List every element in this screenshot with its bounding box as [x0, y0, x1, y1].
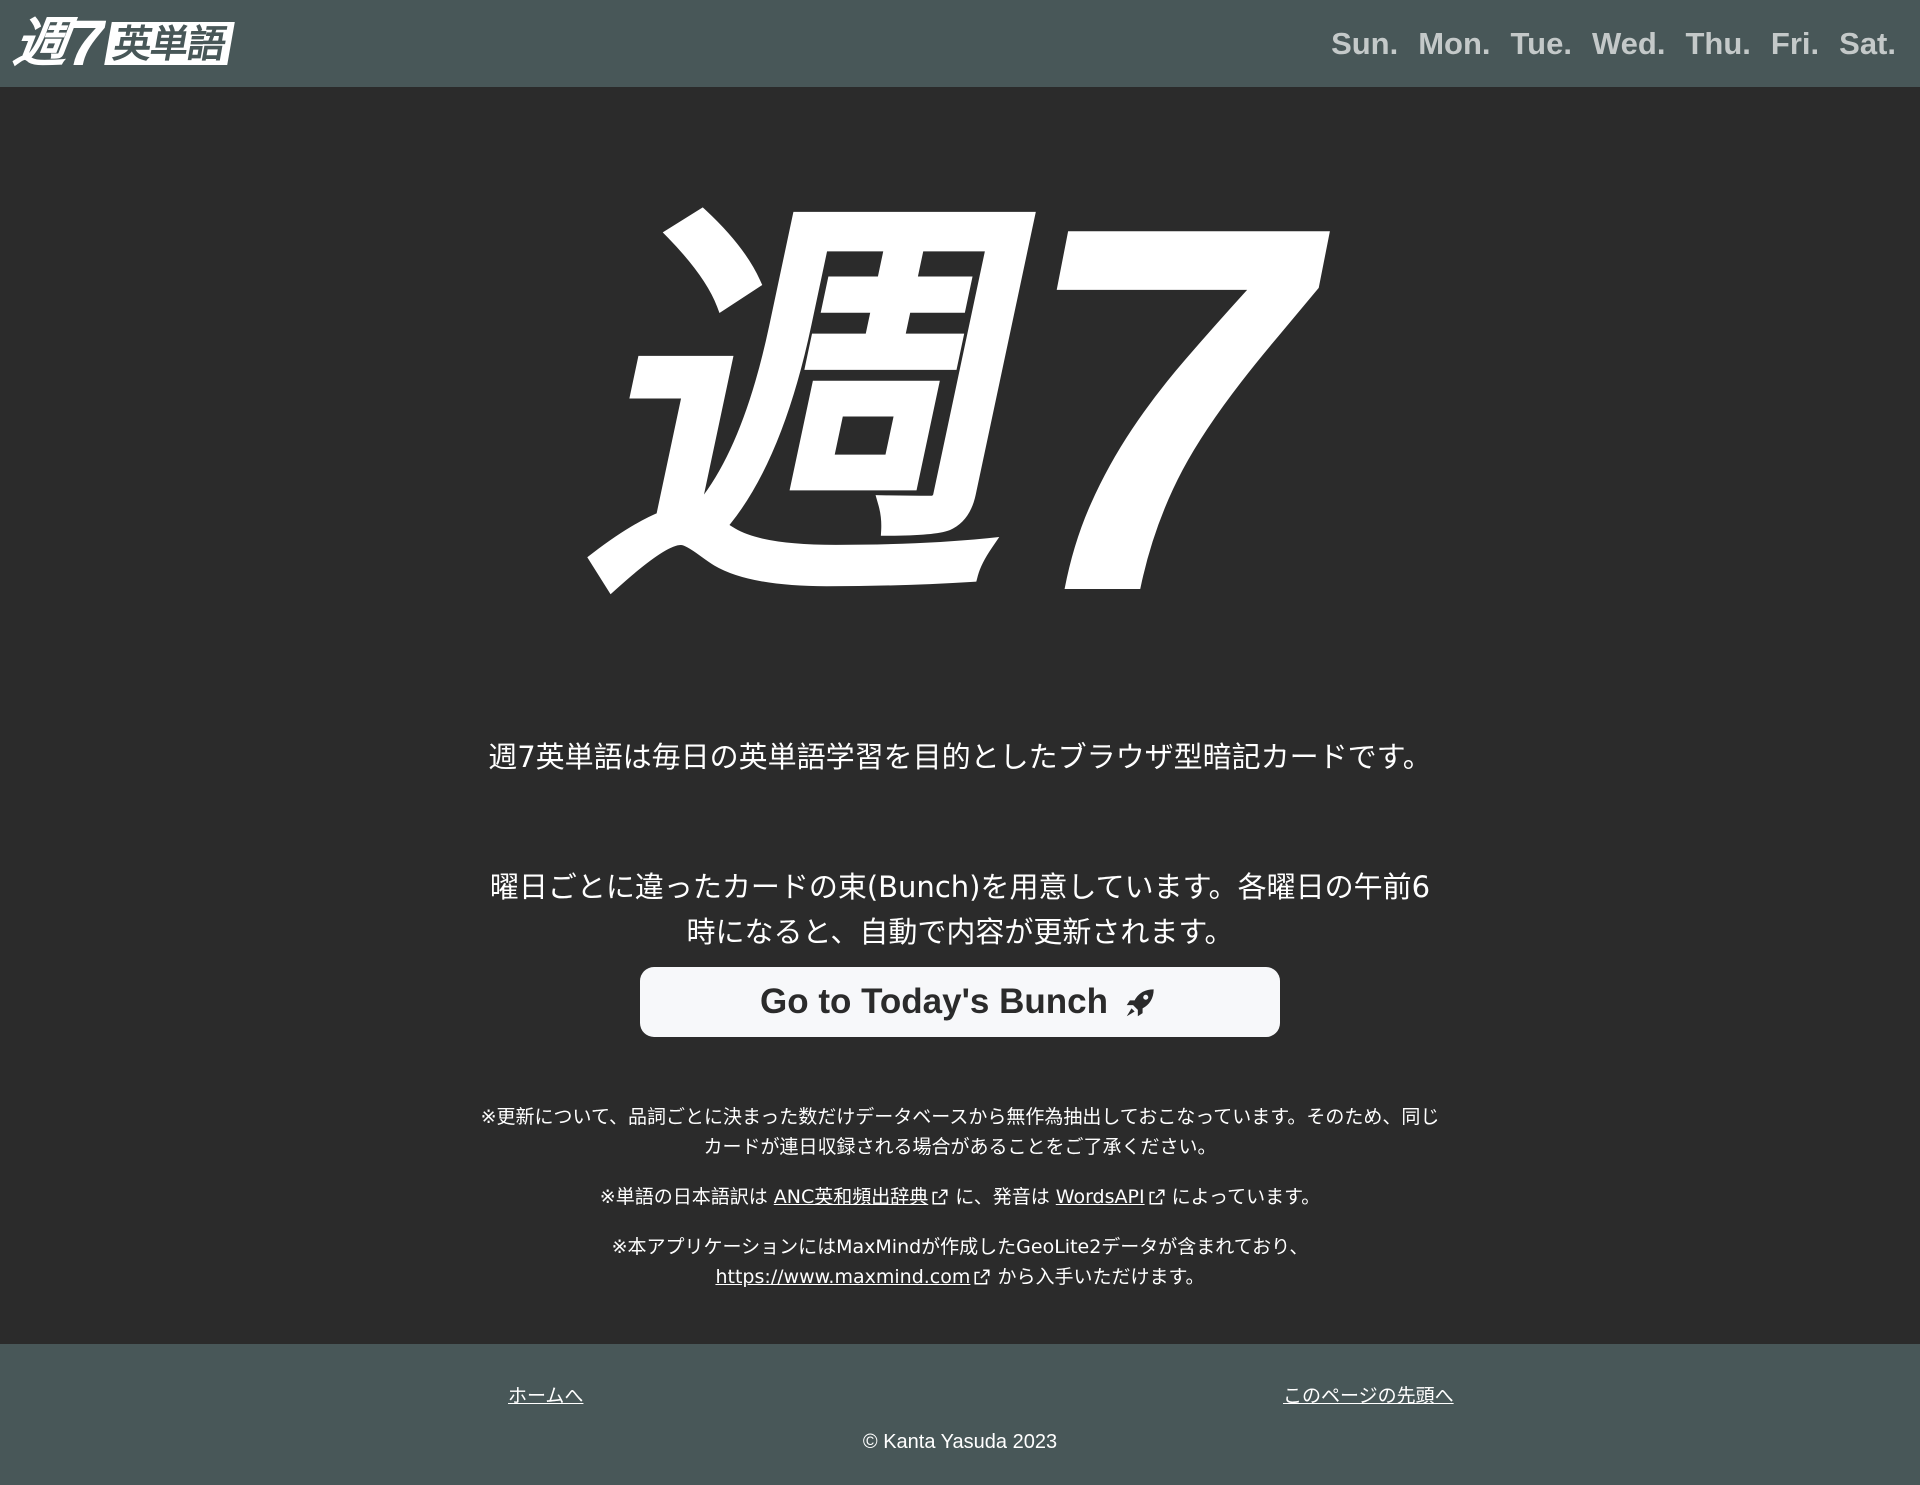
external-link-icon	[1149, 1189, 1165, 1205]
footer-back-to-top-link[interactable]: このページの先頭へ	[1283, 1381, 1454, 1408]
site-logo[interactable]: 週 7 英単語	[10, 7, 235, 79]
note2-suffix: によっています。	[1171, 1186, 1321, 1208]
wordsapi-link[interactable]: WordsAPI	[1056, 1186, 1166, 1208]
nav-day-wed[interactable]: Wed.	[1592, 28, 1666, 59]
copyright: © Kanta Yasuda 2023	[862, 1431, 1058, 1453]
wordsapi-link-label: WordsAPI	[1055, 1186, 1145, 1208]
go-to-todays-bunch-button[interactable]: Go to Today's Bunch	[640, 967, 1280, 1037]
site-footer: ホームへ このページの先頭へ © Kanta Yasuda 2023	[0, 1344, 1920, 1485]
note-update-policy: ※更新について、品詞ごとに決まった数だけデータベースから無作為抽出しておこなって…	[480, 1106, 1440, 1158]
external-link-icon	[932, 1189, 948, 1205]
hero-kanji: 週	[558, 165, 1063, 654]
note2-mid: に、発音は	[955, 1186, 1050, 1208]
nav-day-fri[interactable]: Fri.	[1771, 28, 1819, 59]
note-translation-source: ※単語の日本語訳は ANC英和頻出辞典 に、発音は WordsAPI によってい…	[480, 1182, 1440, 1212]
nav-day-tue[interactable]: Tue.	[1511, 28, 1572, 59]
note3-line1: ※本アプリケーションにはMaxMindが作成したGeoLite2データが含まれて…	[611, 1236, 1309, 1258]
maxmind-link-label: https://www.maxmind.com	[715, 1266, 971, 1288]
rocket-icon	[1126, 989, 1154, 1017]
logo-boxed-text: 英単語	[103, 21, 235, 66]
anc-dictionary-link-label: ANC英和頻出辞典	[773, 1186, 929, 1208]
intro-paragraph-1: 週7英単語は毎日の英単語学習を目的としたブラウザ型暗記カードです。	[488, 740, 1432, 774]
cta-label: Go to Today's Bunch	[760, 982, 1108, 1021]
note-geolite: ※本アプリケーションにはMaxMindが作成したGeoLite2データが含まれて…	[480, 1232, 1440, 1292]
external-link-icon	[974, 1269, 990, 1285]
note2-prefix: ※単語の日本語訳は	[599, 1186, 768, 1208]
nav-day-sat[interactable]: Sat.	[1839, 28, 1896, 59]
site-header: 週 7 英単語 Sun. Mon. Tue. Wed. Thu. Fri. Sa…	[0, 0, 1920, 87]
maxmind-link[interactable]: https://www.maxmind.com	[715, 1266, 991, 1288]
note3-suffix: から入手いただけます。	[997, 1266, 1205, 1288]
logo-kanji: 週	[9, 11, 71, 74]
nav-day-thu[interactable]: Thu.	[1685, 28, 1750, 59]
footer-home-link[interactable]: ホームへ	[508, 1381, 583, 1408]
day-nav: Sun. Mon. Tue. Wed. Thu. Fri. Sat.	[1331, 28, 1896, 59]
intro-paragraph-2: 曜日ごとに違ったカードの束(Bunch)を用意しています。各曜日の午前6時になる…	[489, 870, 1431, 949]
hero-seven: 7	[1020, 119, 1310, 700]
hero-logo: 週 7	[0, 150, 1920, 670]
anc-dictionary-link[interactable]: ANC英和頻出辞典	[774, 1186, 949, 1208]
nav-day-sun[interactable]: Sun.	[1331, 28, 1398, 59]
nav-day-mon[interactable]: Mon.	[1418, 28, 1490, 59]
logo-seven: 7	[68, 7, 104, 79]
